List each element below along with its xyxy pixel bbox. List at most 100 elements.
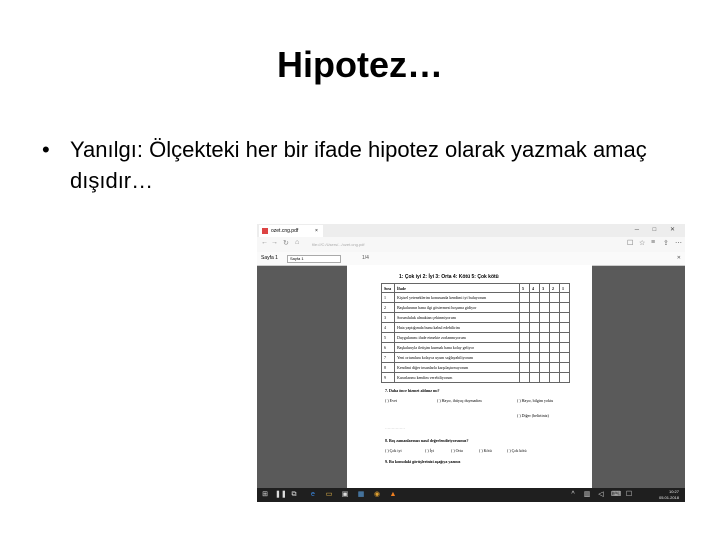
checkbox-cell[interactable] (549, 342, 560, 353)
clock[interactable]: 10:27 05.01.2018 (659, 489, 679, 501)
row-text: Hata yaptığımda bunu kabul edebilirim (394, 322, 520, 333)
checkbox-cell[interactable] (519, 362, 530, 373)
checkbox-cell[interactable] (529, 322, 540, 333)
checkbox-cell[interactable] (559, 322, 570, 333)
option-7d[interactable]: ( ) Diğer (belirtiniz) (517, 413, 549, 418)
checkbox-cell[interactable] (519, 322, 530, 333)
checkbox-cell[interactable] (539, 352, 550, 363)
option-7b[interactable]: ( ) Hayır, ihtiyaç duymadım (437, 398, 482, 403)
option-8e[interactable]: ( ) Çok kötü (507, 448, 526, 453)
vlc-icon[interactable]: ▲ (389, 491, 397, 499)
close-pdf-button[interactable]: ✕ (677, 252, 681, 265)
tab-close-button[interactable]: × (315, 225, 318, 237)
option-8d[interactable]: ( ) Kötü (479, 448, 492, 453)
row-no: 3 (381, 312, 395, 323)
favorite-icon[interactable]: ☆ (639, 239, 645, 247)
checkbox-cell[interactable] (549, 292, 560, 303)
checkbox-cell[interactable] (559, 342, 570, 353)
task-view-icon[interactable]: ⧉ (290, 491, 298, 499)
keyboard-icon[interactable]: ⌨ (611, 491, 621, 499)
checkbox-cell[interactable] (519, 292, 530, 303)
checkbox-cell[interactable] (539, 322, 550, 333)
checkbox-cell[interactable] (529, 372, 540, 383)
option-8c[interactable]: ( ) Orta (451, 448, 463, 453)
pause-icon[interactable]: ❚❚ (275, 491, 287, 499)
page-input[interactable]: Sayfa 1 (287, 255, 341, 263)
checkbox-cell[interactable] (529, 332, 540, 343)
checkbox-cell[interactable] (529, 362, 540, 373)
checkbox-cell[interactable] (549, 312, 560, 323)
hub-icon[interactable]: ≡ (651, 239, 655, 246)
pdf-page: 1: Çok iyi 2: İyi 3: Orta 4: Kötü 5: Çok… (347, 265, 592, 502)
browser-tab[interactable]: ozet.cng.pdf × (259, 225, 323, 237)
checkbox-cell[interactable] (539, 362, 550, 373)
checkbox-cell[interactable] (539, 332, 550, 343)
row-text: Başkalarıyla iletişim kurmak bana kolay … (394, 342, 520, 353)
checkbox-cell[interactable] (539, 302, 550, 313)
checkbox-cell[interactable] (559, 292, 570, 303)
checkbox-cell[interactable] (519, 372, 530, 383)
checkbox-cell[interactable] (549, 322, 560, 333)
edge-icon[interactable]: e (309, 491, 317, 499)
row-text: Kişisel yeteneklerim konusunda kendimi i… (394, 292, 520, 303)
checkbox-cell[interactable] (519, 352, 530, 363)
checkbox-cell[interactable] (559, 302, 570, 313)
share-icon[interactable]: ⇪ (663, 239, 669, 247)
checkbox-cell[interactable] (529, 302, 540, 313)
checkbox-cell[interactable] (549, 302, 560, 313)
checkbox-cell[interactable] (529, 312, 540, 323)
refresh-icon[interactable]: ↻ (283, 239, 289, 247)
row-text: Sorumluluk almaktan çekinmiyorum (394, 312, 520, 323)
row-no: 6 (381, 342, 395, 353)
row-text: Kendimi diğer insanlarla karşılaştırmıyo… (394, 362, 520, 373)
checkbox-cell[interactable] (529, 342, 540, 353)
option-7c[interactable]: ( ) Hayır, bilgim yoktu (517, 398, 553, 403)
checkbox-cell[interactable] (559, 352, 570, 363)
checkbox-cell[interactable] (529, 352, 540, 363)
option-8a[interactable]: ( ) Çok iyi (385, 448, 402, 453)
checkbox-cell[interactable] (539, 372, 550, 383)
table-row: 9 Kararlarımı kendim verebiliyorum (381, 372, 570, 383)
file-explorer-icon[interactable]: ▭ (325, 491, 333, 499)
forward-icon[interactable]: → (271, 239, 278, 246)
reading-view-icon[interactable]: ☐ (627, 239, 633, 247)
notification-icon[interactable]: ☐ (625, 491, 633, 499)
checkbox-cell[interactable] (549, 332, 560, 343)
row-no: 9 (381, 372, 395, 383)
checkbox-cell[interactable] (559, 332, 570, 343)
app-icon[interactable]: ▣ (341, 491, 349, 499)
checkbox-cell[interactable] (539, 292, 550, 303)
network-icon[interactable]: ▥ (583, 491, 591, 499)
checkbox-cell[interactable] (559, 312, 570, 323)
row-text: Yeni ortamlara kolayca uyum sağlayabiliy… (394, 352, 520, 363)
checkbox-cell[interactable] (549, 352, 560, 363)
checkbox-cell[interactable] (549, 362, 560, 373)
more-icon[interactable]: ⋯ (675, 239, 682, 247)
home-icon[interactable]: ⌂ (295, 239, 299, 246)
chrome-icon[interactable]: ◉ (373, 491, 381, 499)
start-icon[interactable]: ⊞ (261, 491, 269, 499)
col-header: 2 (549, 283, 560, 293)
row-no: 1 (381, 292, 395, 303)
checkbox-cell[interactable] (559, 362, 570, 373)
checkbox-cell[interactable] (519, 342, 530, 353)
back-icon[interactable]: ← (261, 239, 268, 246)
option-8b[interactable]: ( ) İyi (425, 448, 434, 453)
checkbox-cell[interactable] (539, 342, 550, 353)
checkbox-cell[interactable] (539, 312, 550, 323)
checkbox-cell[interactable] (519, 302, 530, 313)
checkbox-cell[interactable] (519, 312, 530, 323)
table-row: 1 Kişisel yeteneklerim konusunda kendimi … (381, 292, 570, 303)
volume-icon[interactable]: ◁ (597, 491, 605, 499)
checkbox-cell[interactable] (559, 372, 570, 383)
photos-icon[interactable]: ▦ (357, 491, 365, 499)
system-tray-up-icon[interactable]: ^ (569, 491, 577, 499)
url-field[interactable]: file:///C:/Users/.../ozet.cng.pdf (312, 241, 612, 248)
window-controls[interactable]: ─ □ ✕ (635, 224, 681, 236)
checkbox-cell[interactable] (529, 292, 540, 303)
embedded-screenshot: ozet.cng.pdf × ─ □ ✕ ← → ↻ ⌂ file:///C:/… (257, 224, 685, 502)
checkbox-cell[interactable] (549, 372, 560, 383)
option-7a[interactable]: ( ) Evet (385, 398, 397, 403)
checkbox-cell[interactable] (519, 332, 530, 343)
col-header: 4 (529, 283, 540, 293)
